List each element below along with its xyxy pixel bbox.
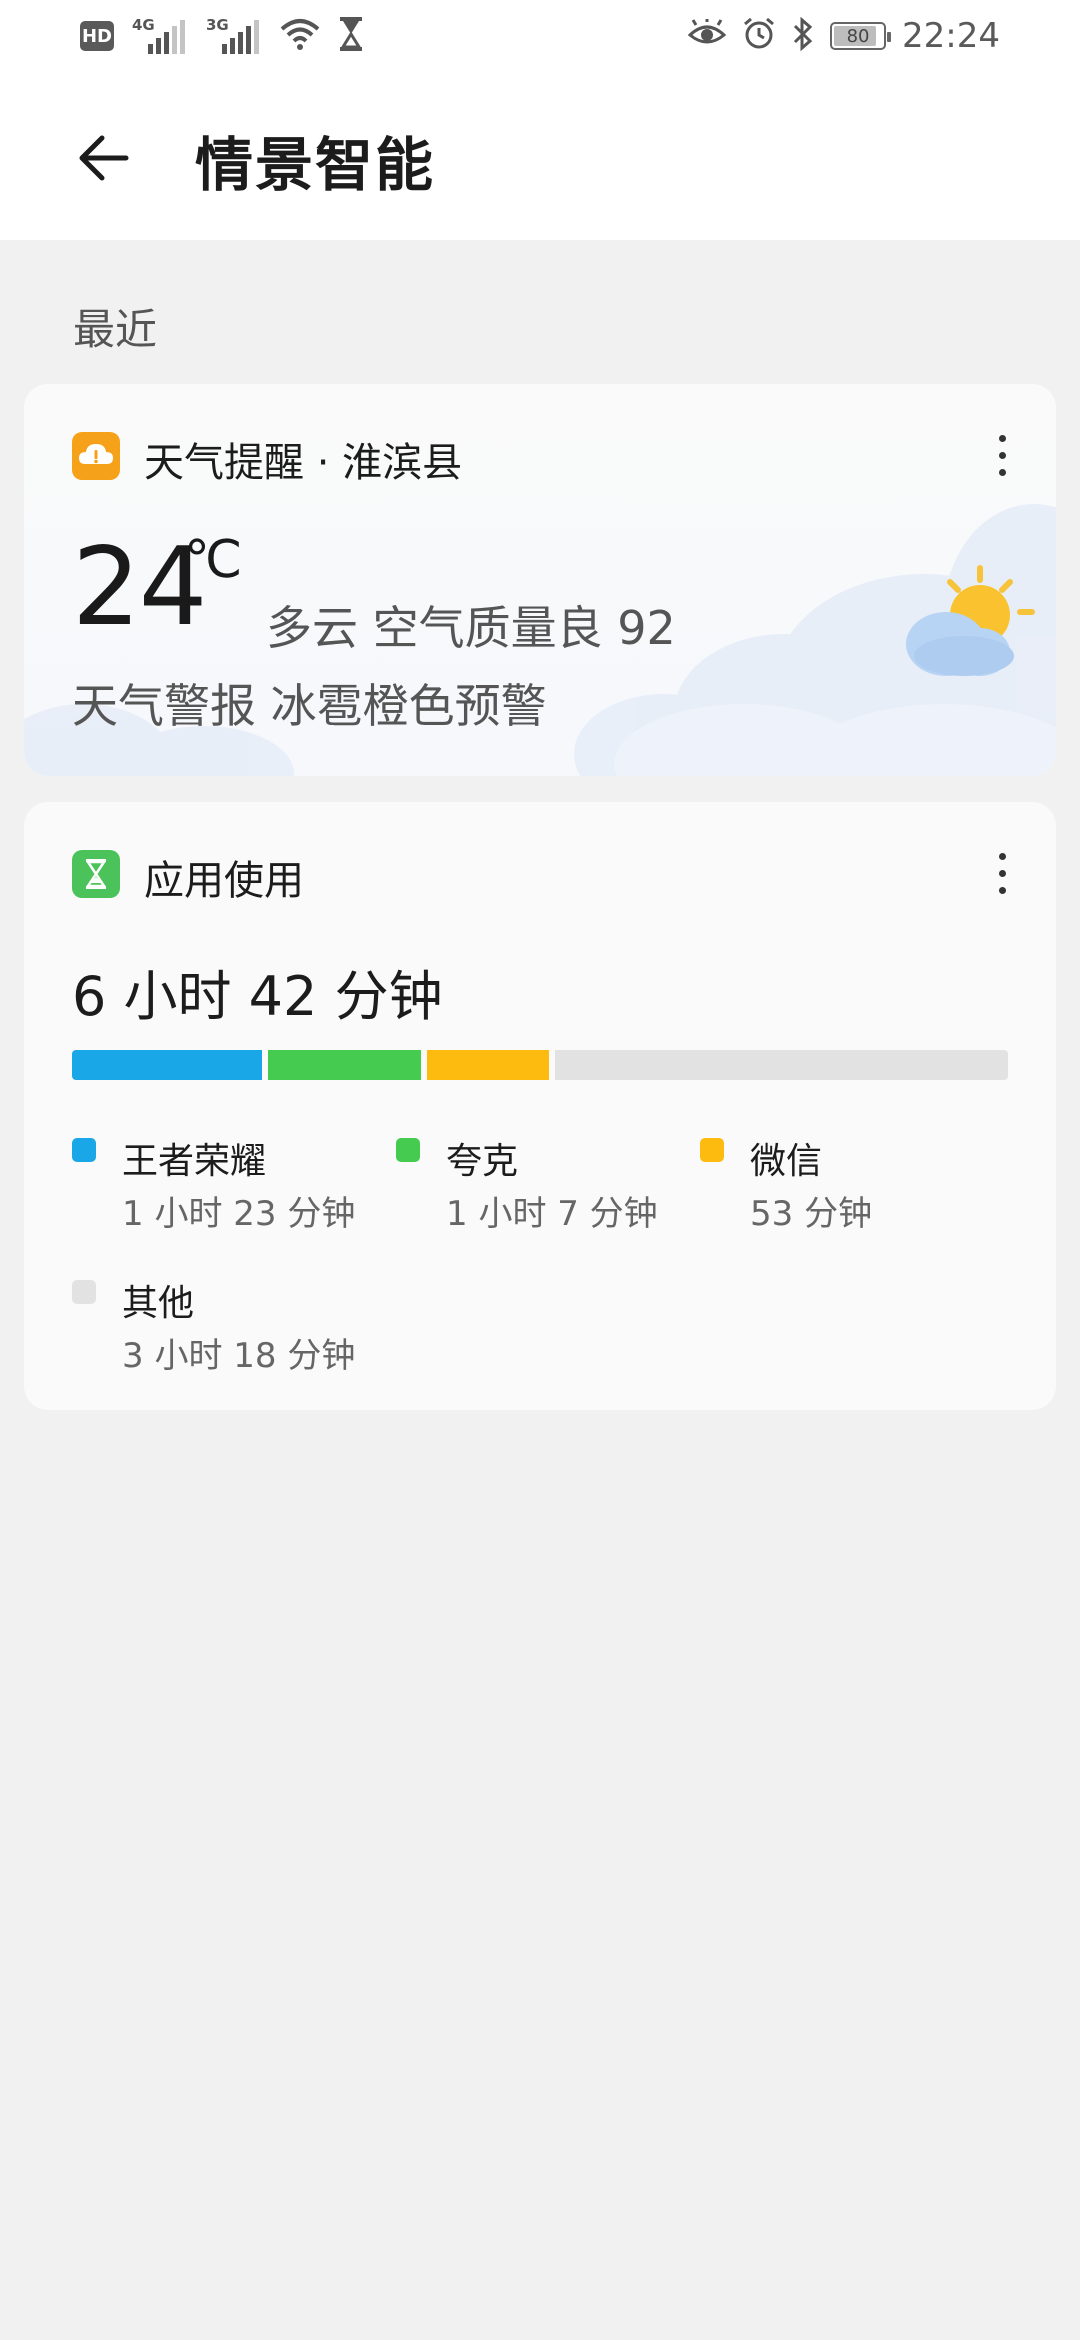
signal-4g-icon: 4G: [132, 16, 188, 56]
bluetooth-icon: [792, 16, 814, 55]
hourglass-icon: [338, 16, 364, 56]
app-name: 王者荣耀: [122, 1141, 267, 1182]
battery-icon: 80: [830, 22, 892, 50]
battery-level: 80: [846, 25, 870, 47]
page-title: 情景智能: [195, 131, 436, 199]
status-bar: HD 4G 3G 80 22:24: [0, 0, 1080, 72]
app-usage-card[interactable]: 应用使用 6 小时 42 分钟 王者荣耀 1 小时 23 分钟 夸克 1 小时 7 分…: [24, 802, 1056, 1410]
hd-badge: HD: [80, 21, 114, 51]
app-usage-card-title: 应用使用: [144, 858, 304, 904]
weather-card[interactable]: 天气提醒 · 淮滨县 24 ℃ 多云 空气质量良 92 天气警报 冰雹橙色预警: [24, 384, 1056, 776]
app-usage-more-button[interactable]: [972, 838, 1032, 908]
alarm-icon: [742, 17, 776, 55]
temperature-unit: ℃: [184, 530, 243, 590]
legend-color-dot: [700, 1138, 724, 1162]
app-usage-time: 3 小时 18 分钟: [122, 1336, 356, 1376]
app-usage-time: 1 小时 23 分钟: [122, 1194, 356, 1234]
section-recent-label: 最近: [73, 305, 158, 354]
back-button[interactable]: [62, 116, 146, 200]
app-name: 其他: [122, 1283, 195, 1324]
weather-description: 多云 空气质量良 92: [266, 601, 676, 655]
eye-comfort-icon: [687, 17, 727, 53]
usage-segment: [268, 1050, 422, 1080]
weather-alert-icon: [72, 432, 120, 480]
usage-segment: [72, 1050, 262, 1080]
weather-more-button[interactable]: [972, 420, 1032, 490]
signal-3g-icon: 3G: [206, 16, 262, 56]
total-usage-time: 6 小时 42 分钟: [72, 965, 443, 1028]
arrow-left-icon: [79, 135, 129, 181]
legend-color-dot: [396, 1138, 420, 1162]
clock-time: 22:24: [902, 16, 1000, 56]
legend-color-dot: [72, 1280, 96, 1304]
app-name: 夸克: [446, 1141, 519, 1182]
app-header: 情景智能: [0, 72, 1080, 240]
app-usage-time: 1 小时 7 分钟: [446, 1194, 658, 1234]
wifi-icon: [280, 17, 320, 55]
status-left: HD 4G 3G: [80, 14, 364, 58]
legend-color-dot: [72, 1138, 96, 1162]
status-right: 80 22:24: [687, 14, 1000, 58]
usage-segment: [554, 1050, 1008, 1080]
app-usage-time: 53 分钟: [750, 1194, 873, 1234]
hourglass-icon: [72, 850, 120, 898]
weather-card-title: 天气提醒 · 淮滨县: [144, 440, 463, 486]
weather-alert-text: 天气警报 冰雹橙色预警: [72, 679, 547, 733]
partly-cloudy-icon: [906, 565, 1035, 676]
app-name: 微信: [750, 1141, 823, 1182]
usage-breakdown-bar: [72, 1050, 1008, 1080]
usage-segment: [427, 1050, 549, 1080]
